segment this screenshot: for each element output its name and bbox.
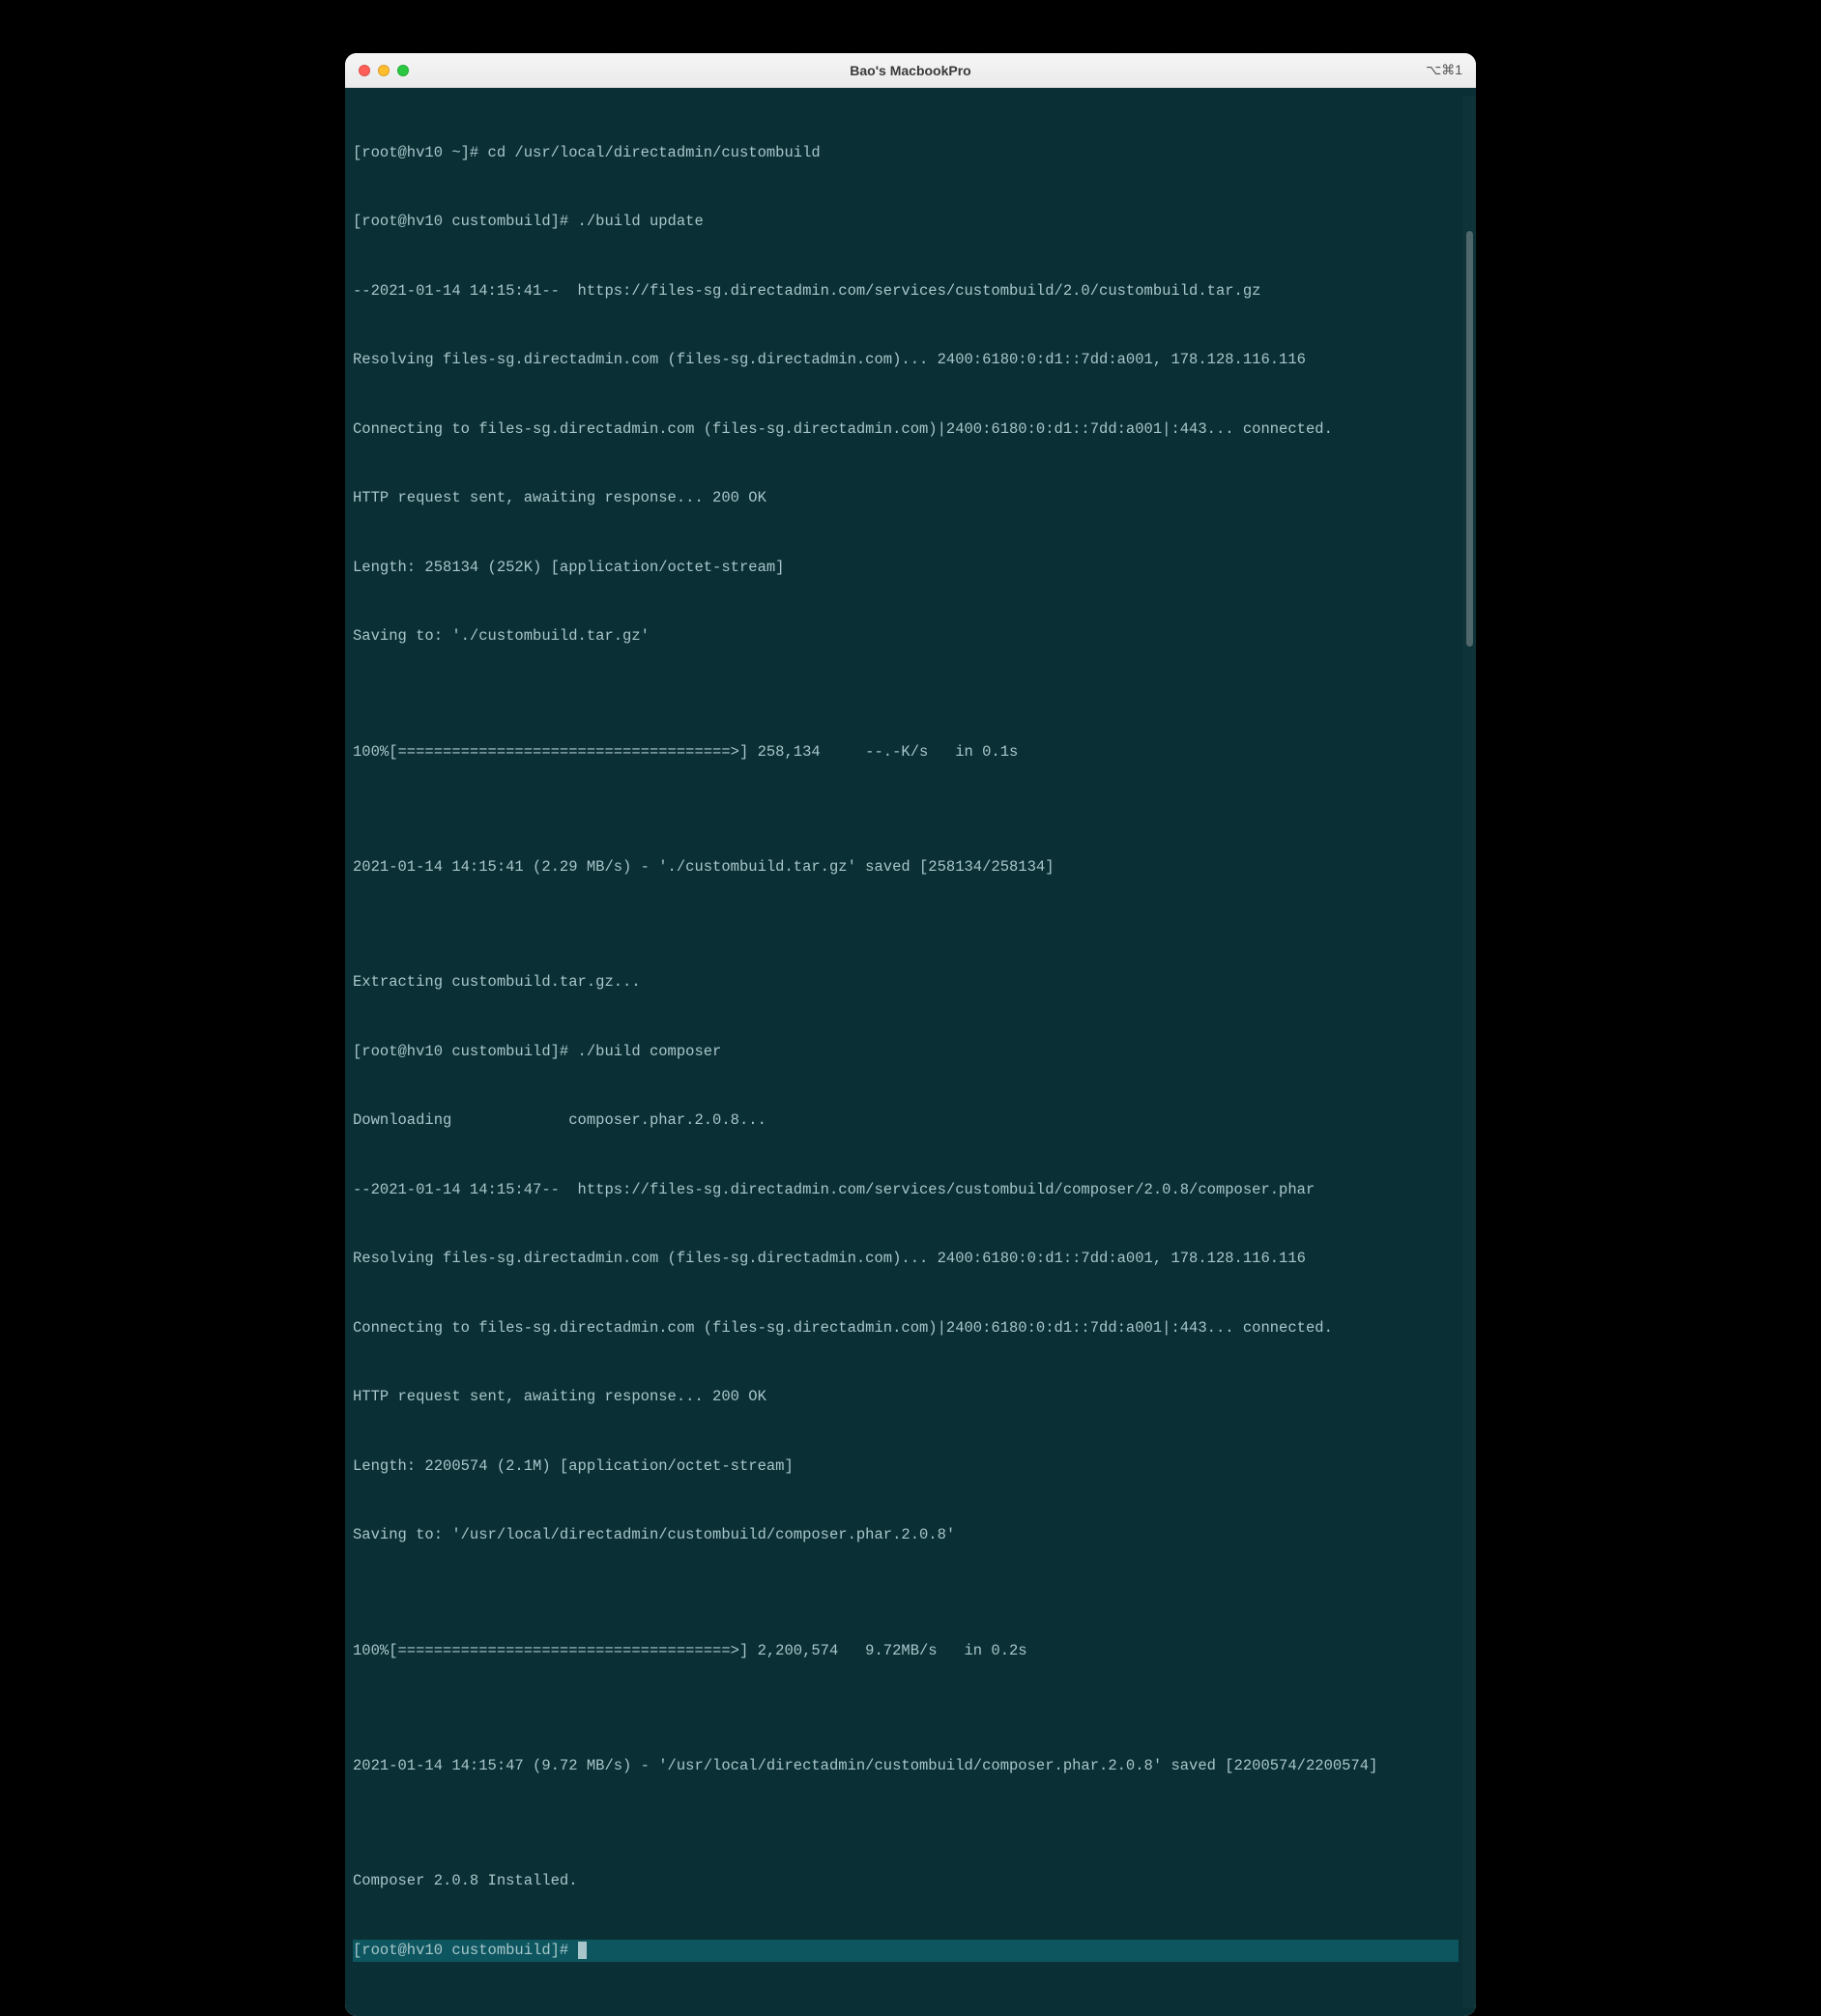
terminal-window: Bao's MacbookPro ⌥⌘1 [root@hv10 ~]# cd /… (345, 53, 1476, 2016)
close-button[interactable] (359, 65, 370, 76)
terminal-line: [root@hv10 custombuild]# ./build update (353, 211, 1462, 234)
terminal-line: Downloading composer.phar.2.0.8... (353, 1109, 1462, 1133)
terminal-prompt-line[interactable]: [root@hv10 custombuild]# (353, 1940, 1459, 1963)
terminal-line: HTTP request sent, awaiting response... … (353, 487, 1462, 510)
terminal-line: 2021-01-14 14:15:47 (9.72 MB/s) - '/usr/… (353, 1755, 1462, 1778)
terminal-line: Length: 258134 (252K) [application/octet… (353, 557, 1462, 580)
window-title: Bao's MacbookPro (850, 63, 970, 78)
terminal-line: HTTP request sent, awaiting response... … (353, 1386, 1462, 1409)
terminal-line: 2021-01-14 14:15:41 (2.29 MB/s) - './cus… (353, 856, 1462, 879)
terminal-line: --2021-01-14 14:15:41-- https://files-sg… (353, 280, 1462, 303)
terminal-line: Length: 2200574 (2.1M) [application/octe… (353, 1455, 1462, 1479)
terminal-line: Connecting to files-sg.directadmin.com (… (353, 418, 1462, 442)
scrollbar-thumb[interactable] (1466, 231, 1473, 647)
minimize-button[interactable] (378, 65, 390, 76)
terminal-line: Composer 2.0.8 Installed. (353, 1870, 1462, 1893)
tab-shortcut-indicator: ⌥⌘1 (1426, 62, 1462, 78)
terminal-line: 100%[===================================… (353, 741, 1462, 764)
terminal-line: [root@hv10 custombuild]# ./build compose… (353, 1041, 1462, 1064)
terminal-content[interactable]: [root@hv10 ~]# cd /usr/local/directadmin… (353, 96, 1462, 2008)
terminal-prompt: [root@hv10 custombuild]# (353, 1940, 578, 1963)
titlebar[interactable]: Bao's MacbookPro ⌥⌘1 (345, 53, 1476, 88)
terminal-line: 100%[===================================… (353, 1640, 1462, 1663)
terminal-line: [root@hv10 ~]# cd /usr/local/directadmin… (353, 142, 1462, 165)
terminal-body[interactable]: [root@hv10 ~]# cd /usr/local/directadmin… (345, 88, 1476, 2016)
terminal-line: Connecting to files-sg.directadmin.com (… (353, 1317, 1462, 1340)
maximize-button[interactable] (397, 65, 409, 76)
terminal-line: Resolving files-sg.directadmin.com (file… (353, 349, 1462, 372)
terminal-line: Saving to: '/usr/local/directadmin/custo… (353, 1524, 1462, 1547)
terminal-line: --2021-01-14 14:15:47-- https://files-sg… (353, 1179, 1462, 1202)
scrollbar-track[interactable] (1462, 96, 1476, 2008)
traffic-lights (359, 65, 409, 76)
terminal-cursor (578, 1942, 587, 1959)
terminal-line: Extracting custombuild.tar.gz... (353, 971, 1462, 994)
terminal-line: Saving to: './custombuild.tar.gz' (353, 625, 1462, 648)
terminal-line: Resolving files-sg.directadmin.com (file… (353, 1248, 1462, 1271)
